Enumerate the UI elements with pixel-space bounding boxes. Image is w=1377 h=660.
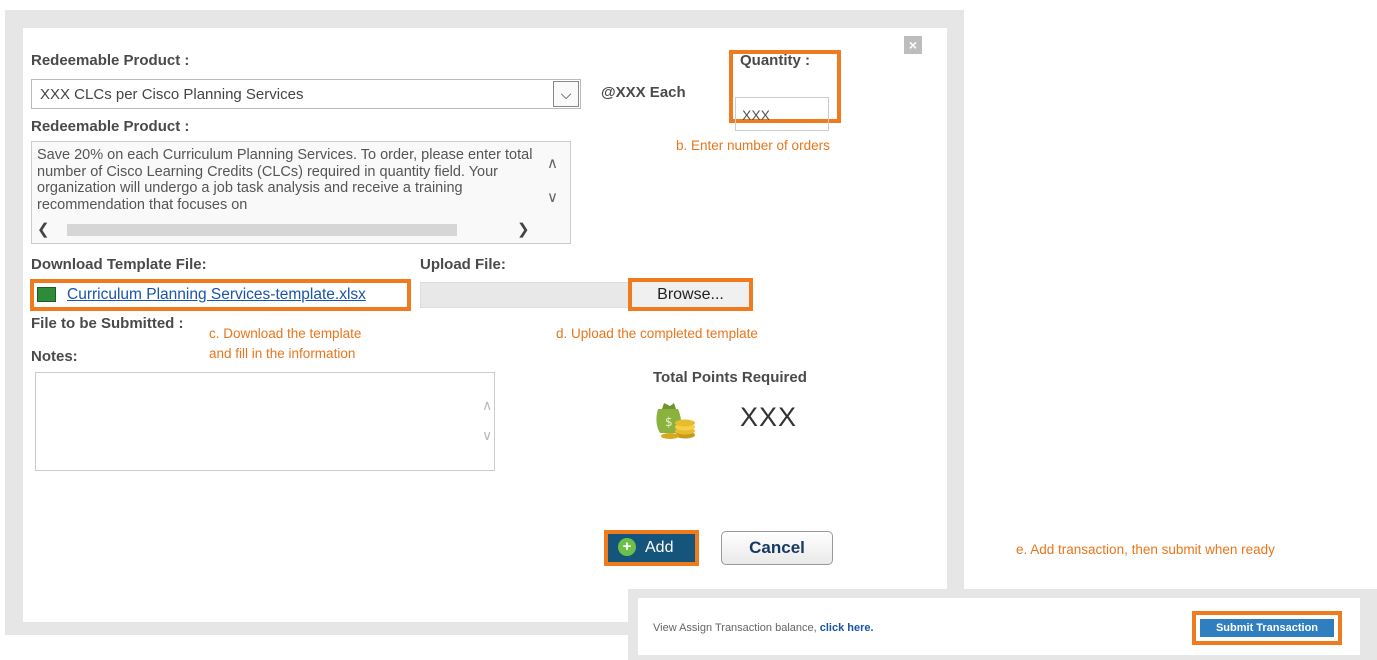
scroll-down-icon[interactable]: ∨ bbox=[482, 427, 492, 444]
product-description-text: Save 20% on each Curriculum Planning Ser… bbox=[37, 147, 533, 213]
upload-file-label: Upload File: bbox=[420, 256, 506, 273]
excel-file-icon bbox=[37, 287, 56, 302]
product-select-value: XXX CLCs per Cisco Planning Services bbox=[40, 86, 304, 103]
description-label: Redeemable Product : bbox=[31, 118, 190, 135]
quantity-input[interactable]: XXX bbox=[735, 97, 829, 131]
total-points-label: Total Points Required bbox=[653, 369, 807, 386]
transaction-bar: View Assign Transaction balance, click h… bbox=[638, 598, 1360, 655]
product-description-box: Save 20% on each Curriculum Planning Ser… bbox=[31, 141, 571, 244]
horizontal-scrollbar[interactable]: ❮ ❯ bbox=[37, 220, 547, 240]
annotation-d: d. Upload the completed template bbox=[556, 326, 758, 341]
scroll-down-icon[interactable]: ∨ bbox=[547, 188, 558, 206]
cancel-button[interactable]: Cancel bbox=[721, 531, 833, 565]
notes-label: Notes: bbox=[31, 348, 78, 365]
download-template-label: Download Template File: bbox=[31, 256, 207, 273]
balance-text-label: View Assign Transaction balance, bbox=[653, 622, 820, 634]
total-points-value: XXX bbox=[740, 402, 798, 432]
price-each-label: @XXX Each bbox=[601, 84, 686, 101]
balance-link[interactable]: click here. bbox=[820, 622, 874, 634]
file-to-be-submitted-label: File to be Submitted : bbox=[31, 315, 184, 332]
quantity-label: Quantity : bbox=[740, 52, 810, 69]
annotation-b: b. Enter number of orders bbox=[676, 138, 830, 153]
close-icon[interactable]: × bbox=[904, 36, 922, 54]
balance-text: View Assign Transaction balance, click h… bbox=[653, 622, 874, 634]
notes-textarea[interactable]: ∧ ∨ bbox=[35, 372, 495, 471]
chevron-down-icon[interactable]: ⌵ bbox=[553, 81, 579, 107]
add-button[interactable]: + Add bbox=[604, 530, 699, 566]
annotation-e: e. Add transaction, then submit when rea… bbox=[1016, 542, 1275, 557]
add-button-label: Add bbox=[645, 539, 674, 556]
product-select[interactable]: XXX CLCs per Cisco Planning Services ⌵ bbox=[31, 79, 581, 109]
scroll-right-icon[interactable]: ❯ bbox=[517, 220, 530, 238]
svg-text:$: $ bbox=[665, 415, 673, 429]
annotation-c-line2: and fill in the information bbox=[209, 346, 356, 361]
annotation-c-line1: c. Download the template bbox=[209, 326, 362, 341]
upload-file-field[interactable] bbox=[420, 282, 630, 308]
scroll-track[interactable] bbox=[67, 224, 457, 236]
template-download-link[interactable]: Curriculum Planning Services-template.xl… bbox=[67, 286, 366, 304]
dialog-frame: × Redeemable Product : XXX CLCs per Cisc… bbox=[5, 10, 964, 635]
submit-transaction-button[interactable]: Submit Transaction bbox=[1200, 619, 1334, 637]
money-bag-icon: $ bbox=[656, 403, 695, 439]
submit-highlight: Submit Transaction bbox=[1192, 611, 1342, 645]
scroll-left-icon[interactable]: ❮ bbox=[37, 220, 50, 238]
transaction-bar-frame: View Assign Transaction balance, click h… bbox=[628, 589, 1377, 660]
redeemable-product-label: Redeemable Product : bbox=[31, 52, 190, 69]
redeem-dialog: × Redeemable Product : XXX CLCs per Cisc… bbox=[23, 28, 947, 622]
scroll-up-icon[interactable]: ∧ bbox=[482, 397, 492, 414]
plus-icon: + bbox=[618, 538, 636, 556]
browse-button[interactable]: Browse... bbox=[628, 278, 753, 311]
scroll-up-icon[interactable]: ∧ bbox=[547, 154, 558, 172]
